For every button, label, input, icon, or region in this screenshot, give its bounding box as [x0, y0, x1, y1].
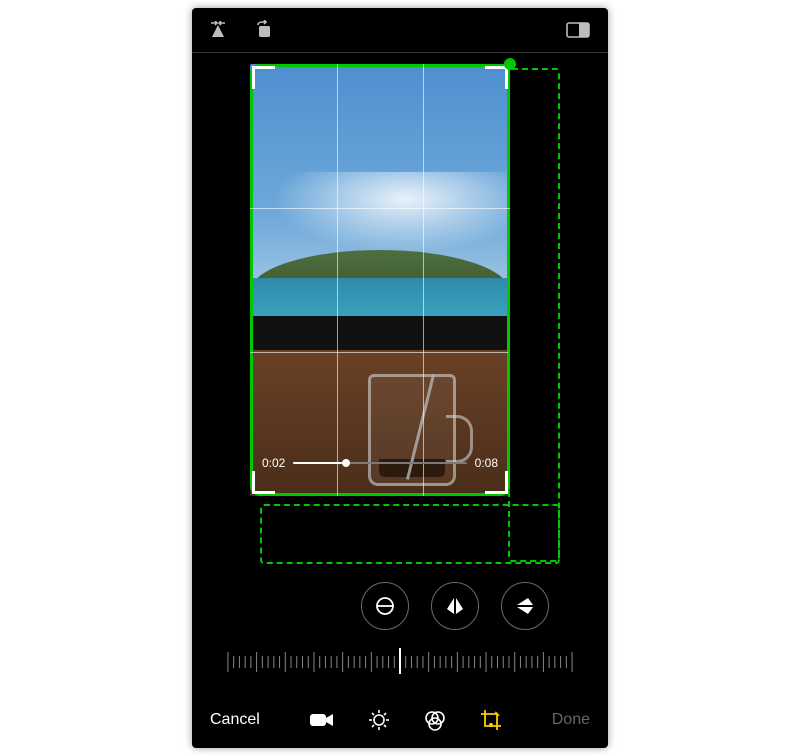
video-frame — [250, 64, 510, 496]
annotation-dashed-vertical — [508, 68, 560, 562]
done-button[interactable]: Done — [552, 711, 590, 729]
tab-adjust[interactable] — [368, 709, 390, 731]
transform-row — [192, 582, 608, 630]
straighten-button[interactable] — [361, 582, 409, 630]
video-scrubber[interactable]: 0:02 0:08 — [262, 456, 498, 470]
cancel-button[interactable]: Cancel — [210, 711, 260, 729]
annotation-dashed-horizontal — [260, 504, 560, 564]
rotate-ccw-icon[interactable] — [254, 20, 274, 40]
tab-crop[interactable] — [480, 709, 502, 731]
flip-perspective-icon[interactable] — [210, 21, 232, 39]
flip-vertical-button[interactable] — [501, 582, 549, 630]
angle-ruler[interactable] — [222, 646, 578, 678]
photo-editor-screen: 0:02 0:08 — [192, 8, 608, 748]
bottom-toolbar: Cancel — [192, 692, 608, 748]
top-toolbar — [192, 8, 608, 53]
crop-canvas[interactable]: 0:02 0:08 — [192, 52, 608, 563]
time-current: 0:02 — [262, 456, 285, 470]
flip-horizontal-button[interactable] — [431, 582, 479, 630]
ruler-center-mark — [399, 648, 401, 674]
aspect-ratio-icon[interactable] — [566, 22, 590, 38]
scrubber-track[interactable] — [293, 462, 466, 464]
time-total: 0:08 — [475, 456, 498, 470]
scrubber-thumb[interactable] — [342, 459, 350, 467]
tab-filters[interactable] — [424, 709, 446, 731]
active-tab-indicator — [489, 723, 493, 727]
tab-video[interactable] — [310, 712, 334, 728]
